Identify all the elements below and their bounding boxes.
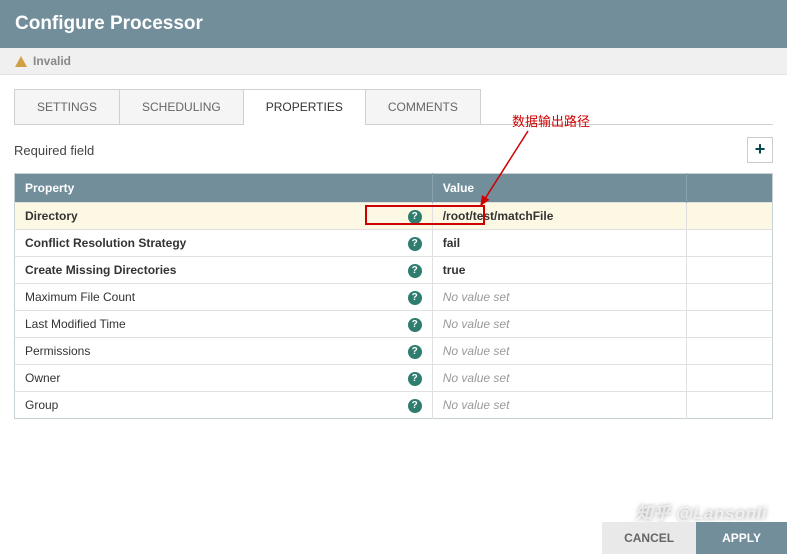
property-name-cell: Directory	[15, 203, 366, 230]
extra-cell	[687, 230, 773, 257]
property-value-text: No value set	[443, 398, 510, 412]
property-value-text: true	[443, 263, 466, 277]
status-text: Invalid	[33, 54, 71, 68]
property-name-cell: Conflict Resolution Strategy	[15, 230, 366, 257]
extra-cell	[687, 311, 773, 338]
property-name-cell: Maximum File Count	[15, 284, 366, 311]
property-value-text: No value set	[443, 290, 510, 304]
table-row[interactable]: Maximum File Count? No value set	[15, 284, 773, 311]
property-value-text: No value set	[443, 344, 510, 358]
warning-icon	[15, 56, 27, 67]
property-value-cell[interactable]: fail	[432, 230, 686, 257]
extra-cell	[687, 284, 773, 311]
tab-scheduling[interactable]: SCHEDULING	[119, 89, 244, 124]
table-row[interactable]: Conflict Resolution Strategy? fail	[15, 230, 773, 257]
extra-cell	[687, 338, 773, 365]
property-name-cell: Create Missing Directories	[15, 257, 366, 284]
property-name-cell: Owner	[15, 365, 366, 392]
tab-bar: SETTINGS SCHEDULING PROPERTIES COMMENTS	[14, 89, 773, 125]
tab-settings[interactable]: SETTINGS	[14, 89, 120, 124]
table-row[interactable]: Owner? No value set	[15, 365, 773, 392]
help-cell: ?	[366, 230, 433, 257]
required-field-label: Required field	[14, 143, 94, 158]
property-value-text: No value set	[443, 317, 510, 331]
help-icon[interactable]: ?	[408, 399, 422, 413]
help-icon[interactable]: ?	[408, 372, 422, 386]
table-row[interactable]: Directory? /root/test/matchFile	[15, 203, 773, 230]
footer-buttons: CANCEL APPLY	[602, 522, 787, 554]
annotation-label: 数据输出路径	[512, 111, 590, 130]
add-property-button[interactable]: +	[747, 137, 773, 163]
tab-comments[interactable]: COMMENTS	[365, 89, 481, 124]
property-value-cell[interactable]: No value set	[432, 365, 686, 392]
property-name-cell: Permissions	[15, 338, 366, 365]
property-value-text: No value set	[443, 371, 510, 385]
property-value-cell[interactable]: No value set	[432, 284, 686, 311]
help-cell: ?	[366, 311, 433, 338]
extra-cell	[687, 257, 773, 284]
help-icon[interactable]: ?	[408, 291, 422, 305]
cancel-button[interactable]: CANCEL	[602, 522, 696, 554]
apply-button[interactable]: APPLY	[696, 522, 787, 554]
table-row[interactable]: Permissions? No value set	[15, 338, 773, 365]
help-icon[interactable]: ?	[408, 237, 422, 251]
col-header-value: Value	[432, 174, 686, 203]
properties-table: Property Value Directory? /root/test/matc…	[14, 173, 773, 419]
panel-top: Required field +	[14, 125, 773, 173]
table-row[interactable]: Group? No value set	[15, 392, 773, 419]
property-value-cell[interactable]: /root/test/matchFile	[432, 203, 686, 230]
property-value-cell[interactable]: true	[432, 257, 686, 284]
tab-properties[interactable]: PROPERTIES	[243, 89, 366, 124]
extra-cell	[687, 392, 773, 419]
help-icon[interactable]: ?	[408, 210, 422, 224]
dialog-title: Configure Processor	[15, 13, 203, 34]
property-value-cell[interactable]: No value set	[432, 338, 686, 365]
help-cell: ?	[366, 338, 433, 365]
help-cell: ?	[366, 365, 433, 392]
help-cell: ?	[366, 284, 433, 311]
col-header-extra	[687, 174, 773, 203]
help-cell: ?	[366, 392, 433, 419]
table-row[interactable]: Create Missing Directories? true	[15, 257, 773, 284]
status-bar: Invalid	[0, 48, 787, 75]
property-value-text: /root/test/matchFile	[443, 209, 554, 223]
dialog-header: Configure Processor	[0, 0, 787, 48]
property-value-text: fail	[443, 236, 460, 250]
watermark: 知乎 @Lansonli	[636, 499, 767, 524]
property-value-cell[interactable]: No value set	[432, 311, 686, 338]
content-area: SETTINGS SCHEDULING PROPERTIES COMMENTS …	[0, 75, 787, 419]
property-value-cell[interactable]: No value set	[432, 392, 686, 419]
extra-cell	[687, 365, 773, 392]
help-cell: ?	[366, 257, 433, 284]
property-name-cell: Last Modified Time	[15, 311, 366, 338]
property-name-cell: Group	[15, 392, 366, 419]
help-icon[interactable]: ?	[408, 345, 422, 359]
help-icon[interactable]: ?	[408, 318, 422, 332]
help-cell: ?	[366, 203, 433, 230]
extra-cell	[687, 203, 773, 230]
col-header-property: Property	[15, 174, 433, 203]
help-icon[interactable]: ?	[408, 264, 422, 278]
table-row[interactable]: Last Modified Time? No value set	[15, 311, 773, 338]
